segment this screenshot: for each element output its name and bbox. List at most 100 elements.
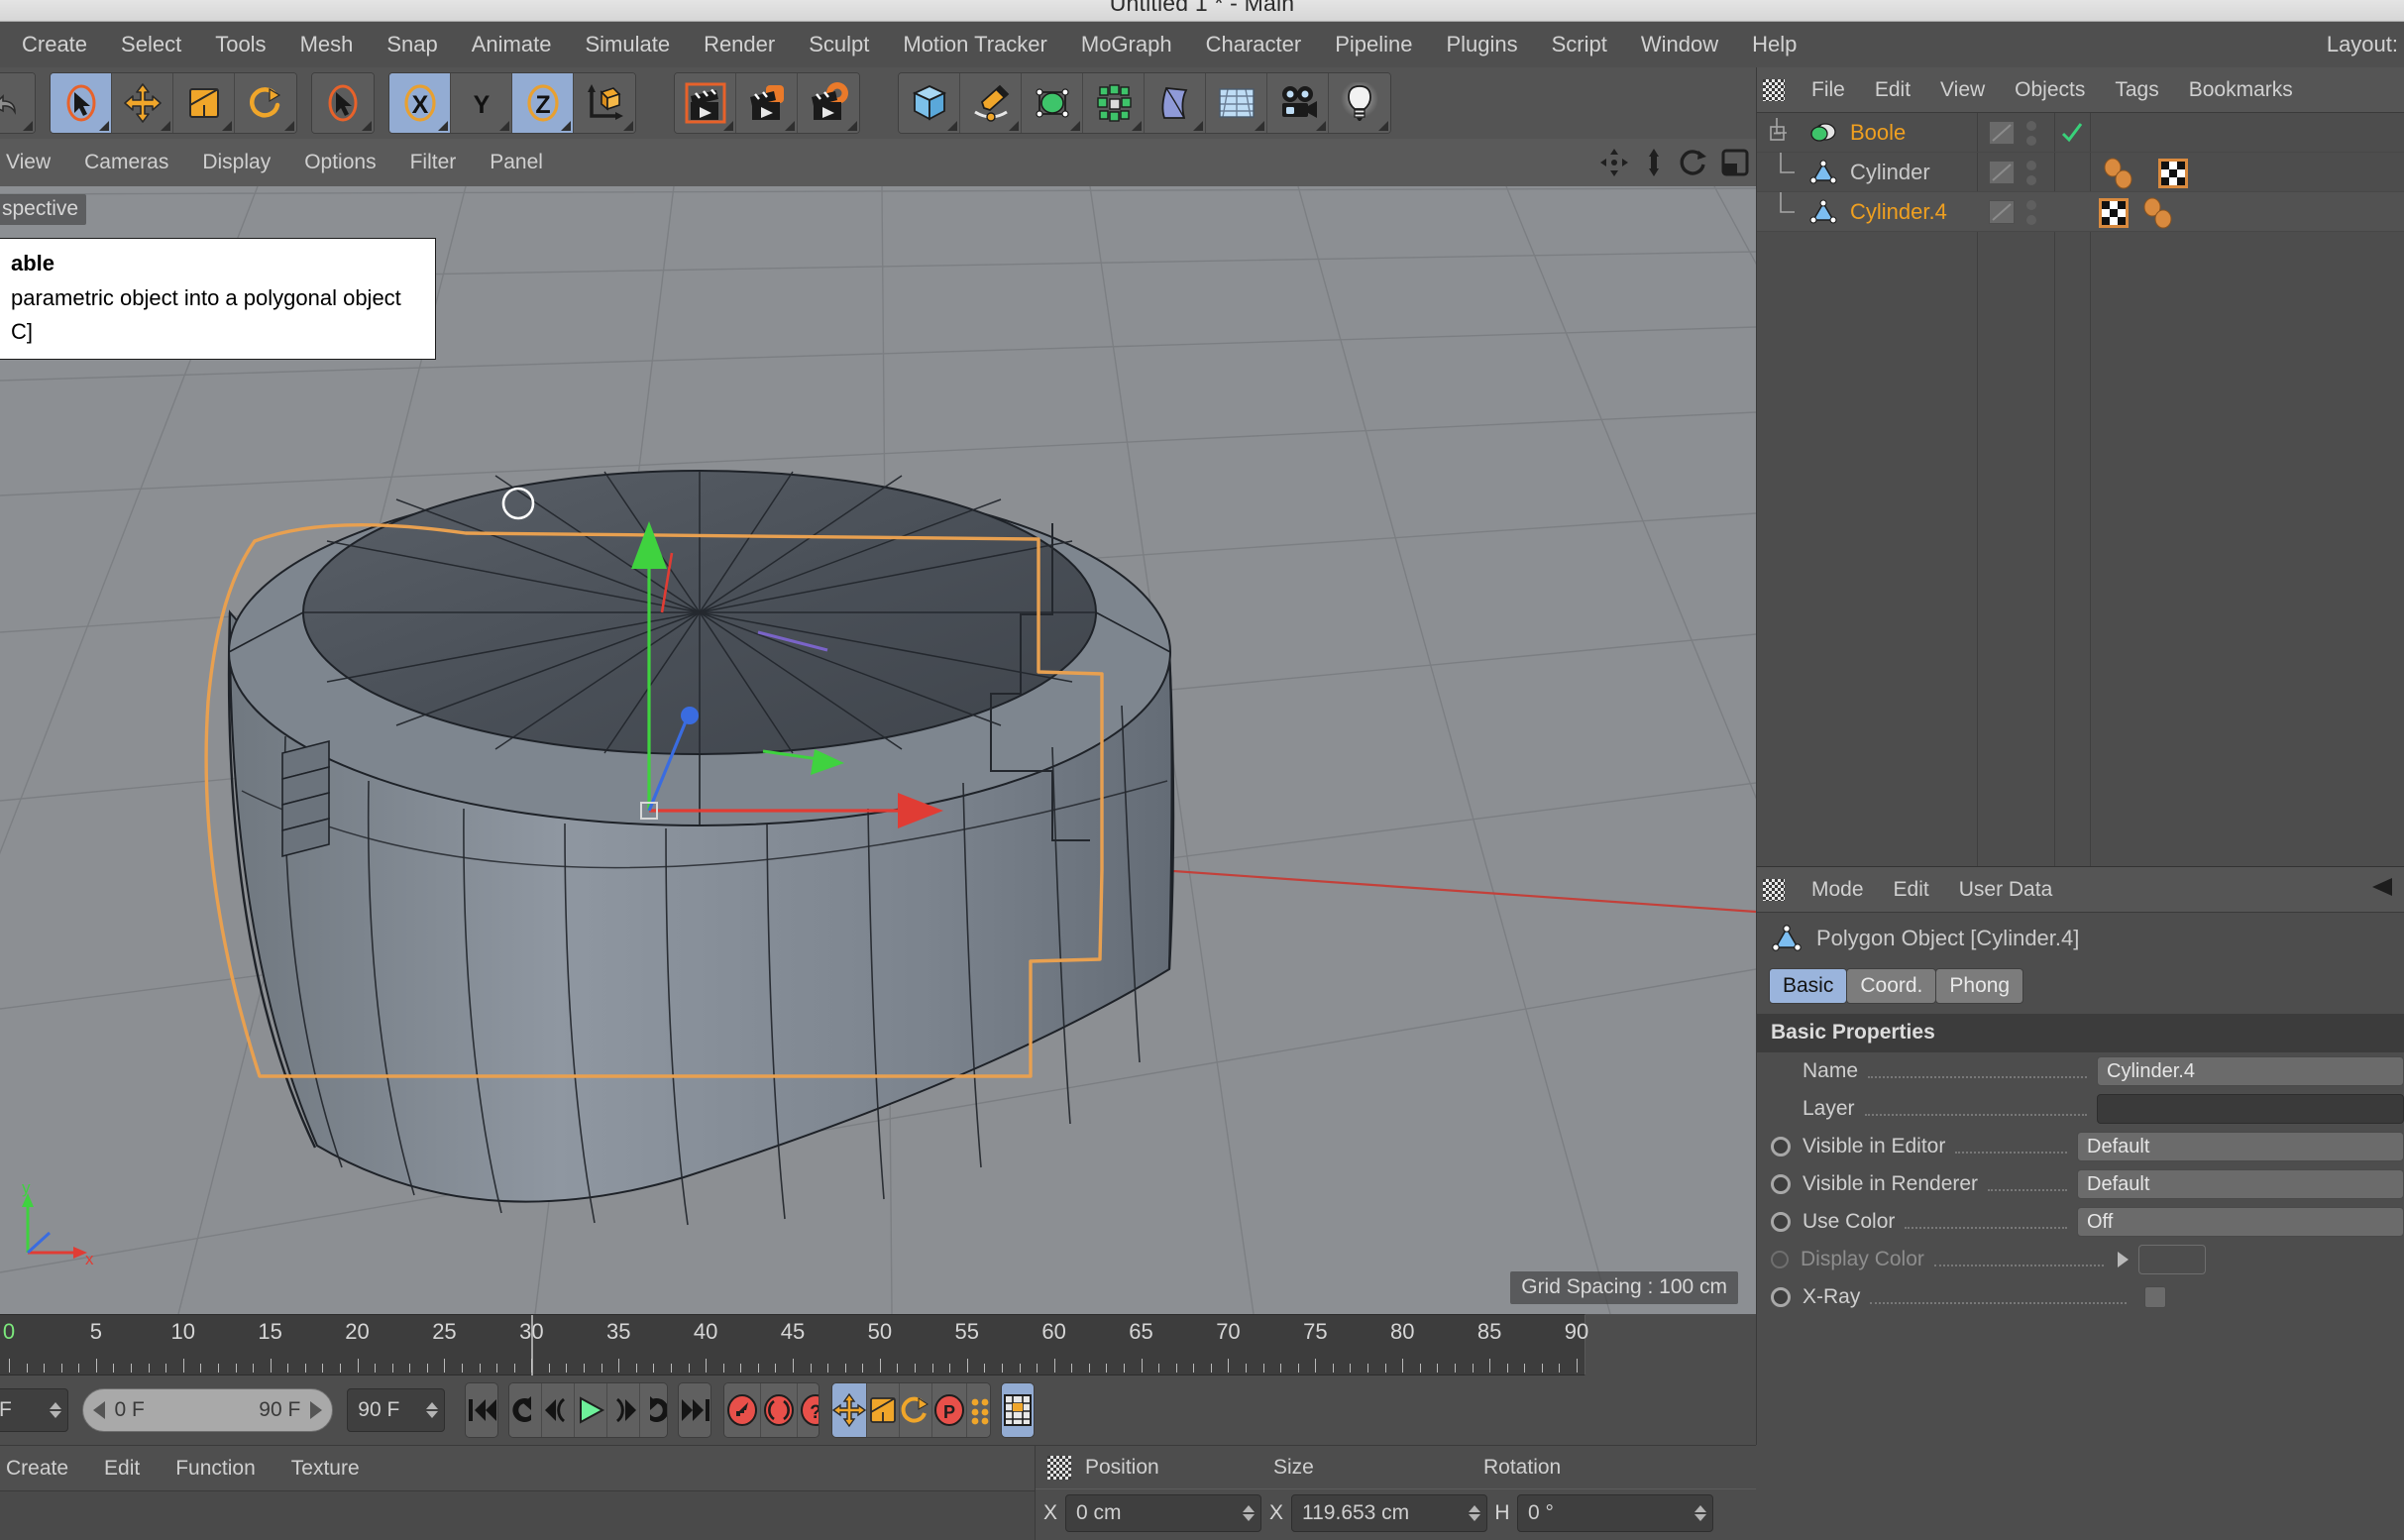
menu-item-mesh[interactable]: Mesh [283, 32, 371, 57]
attributes-tab-basic[interactable]: Basic [1769, 968, 1848, 1004]
material-menu-create[interactable]: Create [0, 1457, 86, 1481]
texture-tag-icon[interactable] [2098, 197, 2130, 229]
menu-item-sculpt[interactable]: Sculpt [792, 32, 886, 57]
menu-item-tools[interactable]: Tools [198, 32, 282, 57]
viewport-menu-panel[interactable]: Panel [473, 151, 560, 174]
menu-item-mograph[interactable]: MoGraph [1064, 32, 1189, 57]
object-menu-view[interactable]: View [1925, 78, 2000, 102]
current-frame-field[interactable]: F [0, 1388, 68, 1432]
timeline-playhead[interactable] [531, 1315, 534, 1376]
property-expand-arrow-icon[interactable] [2118, 1252, 2129, 1267]
array-modeling-button[interactable] [1083, 73, 1145, 133]
rotate-icon[interactable] [1679, 148, 1708, 177]
property-radio-x-ray[interactable] [1771, 1287, 1791, 1307]
world-object-axis-button[interactable] [574, 73, 635, 133]
undo-button[interactable] [0, 73, 35, 133]
position-x-field[interactable]: 0 cm [1065, 1494, 1261, 1532]
pla-key-toggle[interactable] [967, 1383, 991, 1437]
size-x-field[interactable]: 119.653 cm [1291, 1494, 1487, 1532]
menu-item-create[interactable]: Create [0, 32, 104, 57]
menu-item-render[interactable]: Render [687, 32, 792, 57]
rotation-h-field[interactable]: 0 ° [1517, 1494, 1713, 1532]
menu-item-help[interactable]: Help [1735, 32, 1813, 57]
y-axis-lock-button[interactable]: Y [451, 73, 512, 133]
selection-cursor-button[interactable] [312, 73, 374, 133]
play-button[interactable] [574, 1383, 607, 1437]
autokeying-button[interactable] [760, 1383, 798, 1437]
boole-visibility-box[interactable] [1989, 121, 2015, 145]
previous-key-button[interactable] [508, 1383, 542, 1437]
rotation-key-toggle[interactable] [900, 1383, 933, 1437]
light-button[interactable] [1329, 73, 1390, 133]
zoom-icon[interactable] [1641, 148, 1667, 177]
object-tree[interactable]: Boole Cylinder Cylinder.4 [1757, 113, 2404, 866]
menu-item-window[interactable]: Window [1624, 32, 1735, 57]
viewport-menu-view[interactable]: View [0, 151, 67, 174]
cylinder-visibility-box[interactable] [1989, 161, 2015, 184]
property-field-visible-in-editor[interactable]: Default [2077, 1132, 2404, 1161]
property-field-name[interactable]: Cylinder.4 [2097, 1056, 2404, 1086]
attributes-tab-coord[interactable]: Coord. [1846, 968, 1937, 1004]
property-field-visible-in-renderer[interactable]: Default [2077, 1169, 2404, 1199]
material-menu-texture[interactable]: Texture [273, 1457, 378, 1481]
tree-expander-boole[interactable] [1757, 113, 1808, 152]
boole-enabled-check-icon[interactable] [2060, 121, 2084, 145]
record-active-objects-button[interactable] [723, 1383, 761, 1437]
property-radio-visible-in-renderer[interactable] [1771, 1174, 1791, 1194]
menu-item-animate[interactable]: Animate [455, 32, 569, 57]
object-menu-objects[interactable]: Objects [2000, 78, 2100, 102]
object-row-boole[interactable]: Boole [1757, 113, 2404, 153]
cylinder-visibility-dots[interactable] [2026, 161, 2036, 185]
viewport-menu-options[interactable]: Options [287, 151, 392, 174]
property-field-use-color[interactable]: Off [2077, 1207, 2404, 1237]
range-left-arrow-icon[interactable] [92, 1401, 105, 1419]
menu-item-pipeline[interactable]: Pipeline [1318, 32, 1429, 57]
object-row-cylinder4[interactable]: Cylinder.4 [1757, 191, 2404, 232]
viewport-menu-display[interactable]: Display [185, 151, 287, 174]
material-menu-function[interactable]: Function [158, 1457, 273, 1481]
texture-tag-icon[interactable] [2157, 158, 2189, 189]
material-menu-edit[interactable]: Edit [86, 1457, 158, 1481]
go-to-start-button[interactable] [465, 1383, 497, 1437]
panel-grip-icon[interactable] [1047, 1455, 1071, 1480]
bend-deformer-button[interactable] [1145, 73, 1206, 133]
menu-item-plugins[interactable]: Plugins [1429, 32, 1534, 57]
step-back-button[interactable] [541, 1383, 575, 1437]
property-radio-visible-in-editor[interactable] [1771, 1137, 1791, 1156]
attributes-menu-edit[interactable]: Edit [1879, 878, 1944, 902]
property-field-layer[interactable] [2097, 1094, 2404, 1124]
render-view-button[interactable] [675, 73, 736, 133]
step-forward-button[interactable] [606, 1383, 640, 1437]
property-colorbox-display-color[interactable] [2138, 1245, 2206, 1274]
cylinder4-visibility-box[interactable] [1989, 200, 2015, 224]
collapse-minus-icon[interactable] [1767, 117, 1808, 148]
scale-key-toggle[interactable] [867, 1383, 901, 1437]
move-tool-button[interactable] [112, 73, 173, 133]
property-radio-display-color[interactable] [1771, 1251, 1789, 1268]
spline-pen-button[interactable] [960, 73, 1022, 133]
attributes-collapse-arrow[interactable] [2368, 876, 2394, 903]
parameter-key-toggle[interactable]: P [932, 1383, 968, 1437]
object-menu-edit[interactable]: Edit [1860, 78, 1925, 102]
timeline-ruler[interactable]: 051015202530354045505560657075808590 [0, 1314, 1588, 1376]
preview-range-bar[interactable]: 0 F 90 F [81, 1388, 334, 1432]
x-axis-lock-button[interactable]: X [389, 73, 451, 133]
pan-icon[interactable] [1599, 148, 1629, 177]
z-axis-lock-button[interactable]: Z [512, 73, 574, 133]
nurbs-generator-button[interactable] [1022, 73, 1083, 133]
live-selection-button[interactable] [51, 73, 112, 133]
object-row-cylinder[interactable]: Cylinder [1757, 152, 2404, 192]
phong-tag-icon[interactable] [2102, 158, 2153, 189]
object-menu-tags[interactable]: Tags [2100, 78, 2173, 102]
viewport-menu-cameras[interactable]: Cameras [67, 151, 185, 174]
viewport-menu-filter[interactable]: Filter [393, 151, 474, 174]
render-to-picture-viewer-button[interactable] [736, 73, 798, 133]
rotate-tool-button[interactable] [235, 73, 296, 133]
position-key-toggle[interactable] [832, 1383, 868, 1437]
cylinder4-visibility-dots[interactable] [2026, 200, 2036, 225]
menu-item-select[interactable]: Select [104, 32, 198, 57]
object-menu-file[interactable]: File [1797, 78, 1860, 102]
floor-scene-button[interactable] [1206, 73, 1267, 133]
menu-item-character[interactable]: Character [1189, 32, 1319, 57]
open-timeline-button[interactable] [1002, 1383, 1034, 1437]
